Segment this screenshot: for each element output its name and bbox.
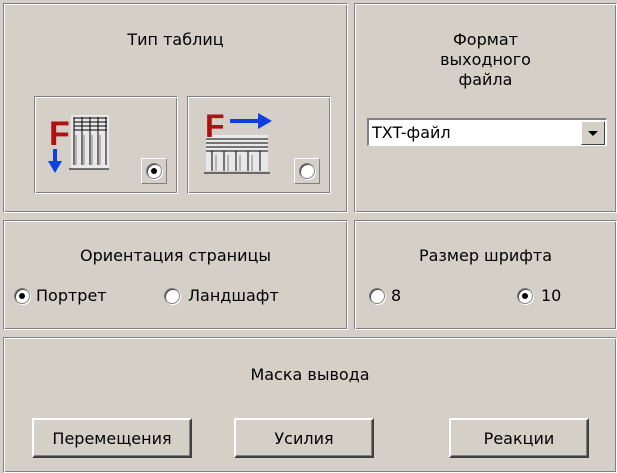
orientation-radio-portrait[interactable]: [14, 288, 30, 304]
font-size-label-10[interactable]: 10: [541, 286, 561, 305]
orientation-group: Ориентация страницы Портрет Ландшафт: [3, 220, 348, 330]
output-format-group: Формат выходного файла TXT-файл: [354, 3, 617, 213]
output-format-title-3: файла: [458, 70, 513, 89]
orientation-radio-landscape[interactable]: [164, 288, 180, 304]
svg-text:F: F: [49, 115, 70, 153]
forces-button[interactable]: Усилия: [234, 418, 374, 458]
output-format-select[interactable]: TXT-файл: [367, 118, 607, 146]
chevron-down-icon[interactable]: [581, 121, 605, 145]
table-type-title: Тип таблиц: [127, 30, 224, 49]
table-type-group: Тип таблиц F F: [3, 3, 348, 213]
table-vertical-icon: F: [47, 109, 117, 183]
table-type-radio-horizontal[interactable]: [299, 163, 315, 179]
font-size-label-8[interactable]: 8: [391, 286, 401, 305]
output-mask-title: Маска вывода: [250, 365, 370, 384]
output-format-title-1: Формат: [453, 30, 518, 49]
table-type-option-horizontal[interactable]: F: [187, 96, 331, 194]
orientation-label-portrait[interactable]: Портрет: [36, 286, 107, 305]
font-size-radio-8[interactable]: [369, 288, 385, 304]
orientation-label-landscape[interactable]: Ландшафт: [188, 286, 279, 305]
table-type-radio-vertical[interactable]: [146, 163, 162, 179]
font-size-title: Размер шрифта: [418, 246, 553, 265]
font-size-radio-10[interactable]: [517, 288, 533, 304]
reactions-button[interactable]: Реакции: [449, 418, 589, 458]
font-size-group: Размер шрифта 8 10: [354, 220, 617, 330]
table-horizontal-icon: F: [202, 105, 280, 183]
output-mask-group: Маска вывода Перемещения Усилия Реакции: [3, 337, 617, 473]
table-type-option-vertical[interactable]: F: [34, 96, 178, 194]
output-format-title-2: выходного: [440, 50, 531, 69]
displacements-button[interactable]: Перемещения: [32, 418, 192, 458]
svg-text:F: F: [205, 108, 225, 144]
orientation-title: Ориентация страницы: [79, 246, 272, 265]
output-format-value: TXT-файл: [372, 123, 451, 142]
